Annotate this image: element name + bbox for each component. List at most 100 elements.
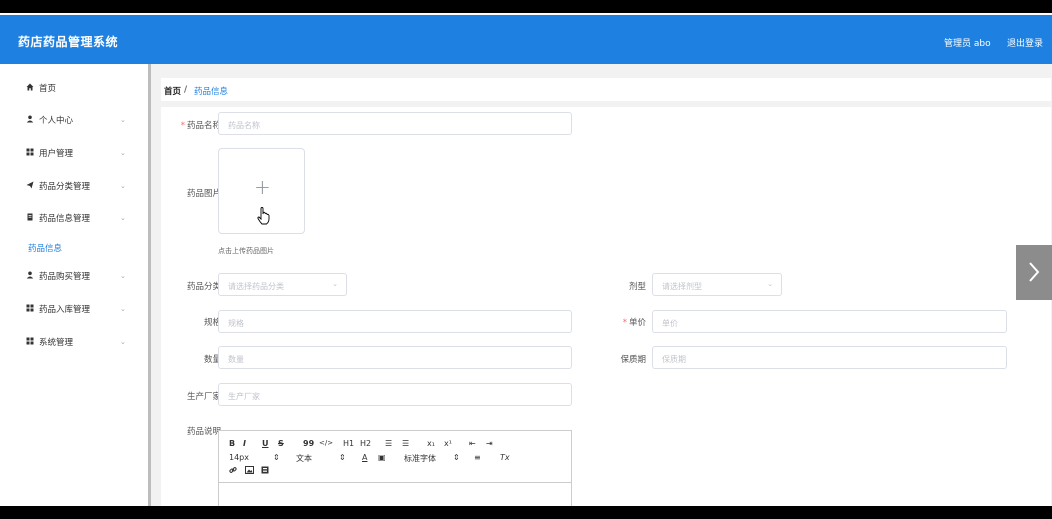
home-icon (25, 83, 34, 93)
shelf-life-input[interactable]: 保质期 (652, 346, 1007, 369)
background-color-button[interactable]: ▣ (378, 453, 386, 462)
outdent-button[interactable]: ⇤ (469, 439, 476, 448)
sidebar-item-label: 首页 (39, 84, 57, 94)
chevron-down-icon: ⌄ (120, 272, 126, 280)
sidebar-item-profile[interactable]: 个人中心 ⌄ (0, 110, 148, 130)
spec-input[interactable]: 规格 (218, 310, 572, 333)
link-button[interactable] (229, 466, 237, 476)
sidebar-item-label: 用户管理 (39, 149, 74, 159)
shelf-life-label: 保质期 (620, 355, 646, 365)
breadcrumb-separator: / (184, 85, 188, 95)
chevron-right-icon (1029, 262, 1040, 282)
editor-toolbar: B I U S 99 </> H1 H2 ☰ ☰ x₁ x¹ ⇤ ⇥ 14px … (219, 431, 571, 483)
chevron-down-icon: ⌄ (120, 214, 126, 222)
indent-button[interactable]: ⇥ (486, 439, 493, 448)
current-user: 管理员 abo (944, 39, 991, 49)
logout-link[interactable]: 退出登录 (1007, 36, 1043, 49)
app-brand: 药店药品管理系统 (18, 35, 119, 49)
sidebar-item-label: 药品入库管理 (39, 305, 91, 315)
sidebar-item-label: 系统管理 (39, 338, 74, 348)
subscript-button[interactable]: x₁ (427, 439, 435, 448)
file-icon (25, 213, 34, 223)
breadcrumb: 首页 / 药品信息 (161, 78, 1051, 101)
sidebar-subitem-drug-info[interactable]: 药品信息 (0, 239, 148, 255)
category-select[interactable]: 请选择药品分类 ⌄ (218, 273, 347, 296)
code-button[interactable]: </> (319, 439, 333, 447)
image-button[interactable] (245, 466, 254, 476)
top-letterbox (0, 0, 1052, 13)
block-type-select[interactable]: 文本 (296, 453, 312, 464)
upload-hint: 点击上传药品图片 (218, 247, 274, 255)
sidebar-item-label: 药品分类管理 (39, 182, 91, 192)
font-size-select[interactable]: 14px (229, 453, 249, 462)
breadcrumb-home[interactable]: 首页 (164, 85, 181, 97)
maker-label: 生产厂家 (186, 392, 221, 402)
font-size-arrow-icon: ⇕ (273, 453, 280, 462)
breadcrumb-current: 药品信息 (194, 87, 229, 97)
name-label: * 药品名称 (180, 121, 221, 131)
grid-icon (25, 337, 34, 347)
align-button[interactable]: ≡ (474, 453, 481, 462)
sidebar-item-purchase[interactable]: 药品购买管理 ⌄ (0, 266, 148, 286)
user-icon (25, 271, 34, 281)
font-family-arrow-icon: ⇕ (453, 453, 460, 462)
video-button[interactable] (261, 466, 269, 476)
image-upload[interactable]: + (218, 148, 305, 234)
chevron-down-icon: ⌄ (120, 305, 126, 313)
dosage-select[interactable]: 请选择剂型 ⌄ (652, 273, 782, 296)
h1-button[interactable]: H1 (343, 439, 354, 448)
price-label: * 单价 (622, 318, 646, 328)
font-color-button[interactable]: A (362, 453, 367, 462)
sidebar-item-home[interactable]: 首页 (0, 78, 148, 98)
spec-label: 规格 (203, 318, 221, 328)
chevron-down-icon: ⌄ (767, 280, 773, 288)
image-label: 药品图片 (186, 189, 221, 199)
user-icon (25, 115, 34, 125)
chevron-down-icon: ⌄ (120, 149, 126, 157)
send-icon (25, 181, 34, 191)
link-icon (229, 467, 237, 473)
video-icon (261, 466, 269, 474)
ordered-list-button[interactable]: ☰ (385, 439, 392, 448)
sidebar-item-label: 药品信息管理 (39, 214, 91, 224)
category-label: 药品分类 (186, 282, 221, 292)
price-input[interactable]: 单价 (652, 310, 1007, 333)
quote-button[interactable]: 99 (303, 439, 314, 448)
rich-text-editor: B I U S 99 </> H1 H2 ☰ ☰ x₁ x¹ ⇤ ⇥ 14px … (218, 430, 572, 506)
sidebar-item-label: 个人中心 (39, 116, 74, 126)
image-icon (245, 466, 254, 474)
chevron-down-icon: ⌄ (120, 182, 126, 190)
chevron-down-icon: ⌄ (120, 338, 126, 346)
font-family-select[interactable]: 标准字体 (404, 453, 436, 464)
sidebar-item-stock-in[interactable]: 药品入库管理 ⌄ (0, 299, 148, 319)
italic-button[interactable]: I (243, 439, 246, 448)
app-header: 药店药品管理系统 管理员 abo 退出登录 (0, 15, 1052, 64)
sidebar-item-category[interactable]: 药品分类管理 ⌄ (0, 176, 148, 196)
sidebar-item-users[interactable]: 用户管理 ⌄ (0, 143, 148, 163)
underline-button[interactable]: U (262, 439, 269, 448)
bullet-list-button[interactable]: ☰ (402, 439, 409, 448)
quantity-input[interactable]: 数量 (218, 346, 572, 369)
grid-icon (25, 304, 34, 314)
clear-format-button[interactable]: Tx (500, 453, 510, 462)
dosage-label: 剂型 (628, 282, 646, 292)
drug-form: * 药品名称 药品名称 药品图片 + 点击上传药品图片 药品分类 请选择药品分类 ⌄… (161, 107, 1051, 506)
sidebar-item-drug-info[interactable]: 药品信息管理 ⌄ (0, 208, 148, 228)
sidebar-subitem-label: 药品信息 (28, 244, 63, 254)
bottom-letterbox (0, 506, 1052, 519)
hand-cursor-icon (257, 207, 271, 228)
chevron-down-icon: ⌄ (120, 116, 126, 124)
bold-button[interactable]: B (229, 439, 235, 448)
maker-input[interactable]: 生产厂家 (218, 383, 572, 406)
strike-button[interactable]: S (278, 439, 284, 448)
block-type-arrow-icon: ⇕ (339, 453, 346, 462)
main-content: 首页 / 药品信息 * 药品名称 药品名称 药品图片 + 点击上传药品图片 药品分… (151, 64, 1052, 506)
h2-button[interactable]: H2 (360, 439, 371, 448)
sidebar-item-label: 药品购买管理 (39, 272, 91, 282)
sidebar-item-system[interactable]: 系统管理 ⌄ (0, 332, 148, 352)
name-input[interactable]: 药品名称 (218, 112, 572, 135)
next-slide-button[interactable] (1016, 245, 1052, 300)
app-window: 药店药品管理系统 管理员 abo 退出登录 首页 个人中心 ⌄ 用户管理 ⌄ 药… (0, 13, 1052, 506)
desc-label: 药品说明 (186, 427, 221, 437)
superscript-button[interactable]: x¹ (444, 439, 452, 448)
